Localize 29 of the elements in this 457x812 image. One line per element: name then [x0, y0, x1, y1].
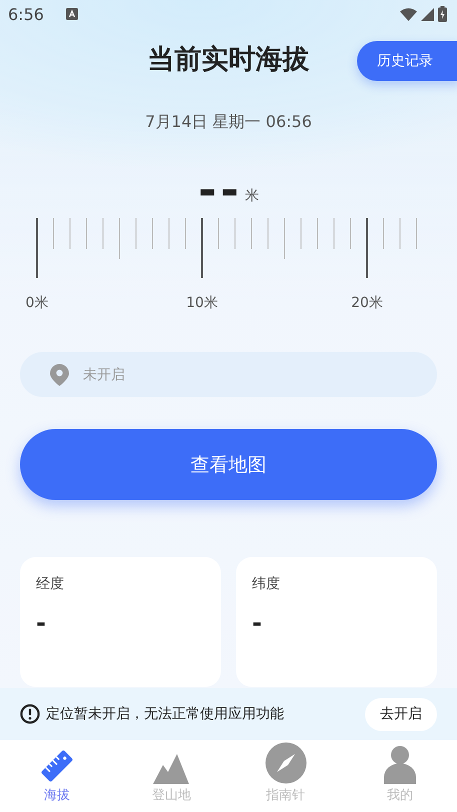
location-pin-icon — [50, 364, 69, 386]
card-value: - — [252, 609, 262, 637]
enable-button[interactable]: 去开启 — [365, 698, 437, 730]
person-icon — [384, 746, 416, 784]
date-text: 7月14日 星期一 06:56 — [144, 112, 313, 133]
page-title: 当前实时海拔 — [148, 43, 310, 77]
tab-item[interactable]: 指南针 — [228, 740, 343, 812]
signal-icon — [421, 8, 434, 20]
ruler-label: 10米 — [186, 294, 218, 312]
tab-item[interactable]: 海拔 — [0, 740, 114, 812]
altitude-value: -- — [198, 177, 243, 205]
history-button[interactable]: 历史记录 — [357, 41, 457, 81]
warning-icon — [20, 704, 40, 724]
card-value: - — [36, 609, 46, 637]
tab-item[interactable]: 登山地 — [114, 740, 228, 812]
ruler-label: 20米 — [351, 294, 383, 312]
location-field[interactable]: 未开启 — [20, 352, 437, 397]
altitude-unit: 米 — [244, 187, 259, 205]
battery-icon — [438, 6, 447, 22]
status-time: 6:56 — [8, 4, 44, 24]
ruler-label: 0米 — [26, 294, 48, 312]
card-label: 经度 — [36, 575, 65, 593]
keyboard-icon — [66, 8, 78, 20]
mountain-icon — [153, 752, 190, 784]
view-map-button[interactable]: 查看地图 — [20, 429, 437, 500]
card-label: 纬度 — [252, 575, 281, 593]
tab-item[interactable]: 我的 — [342, 740, 457, 812]
wifi-icon — [400, 8, 417, 20]
warning-message: 定位暂未开启，无法正常使用应用功能 — [46, 705, 285, 723]
